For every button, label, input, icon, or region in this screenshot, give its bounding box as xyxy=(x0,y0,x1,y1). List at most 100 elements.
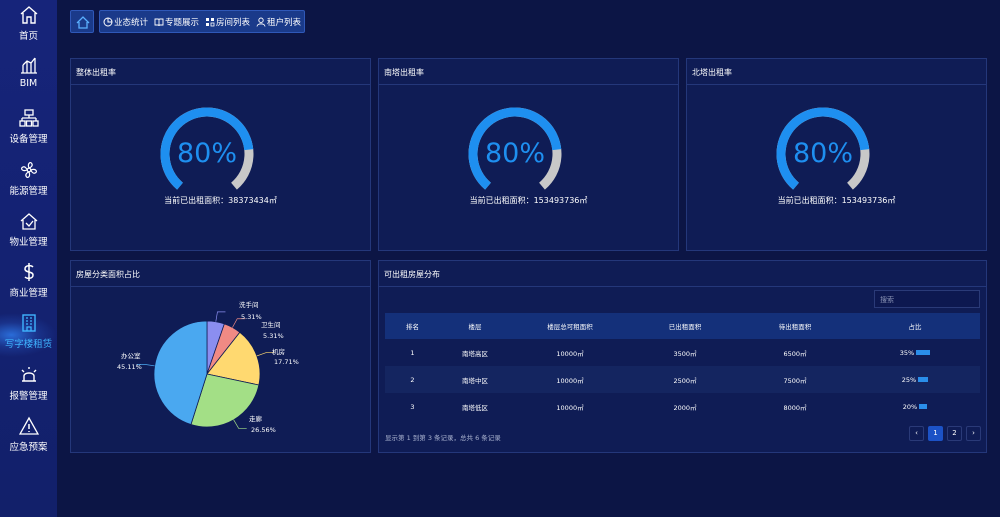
sidebar-item-energy[interactable]: 能源管理 xyxy=(0,160,57,204)
cell-rank: 2 xyxy=(410,375,415,384)
column-header[interactable]: 楼层总可租面积 xyxy=(510,321,630,331)
sidebar-item-label: 设备管理 xyxy=(9,134,48,145)
tab-label: 房间列表 xyxy=(216,17,251,28)
sidebar-item-office-rental[interactable]: 写字楼租赁 xyxy=(0,313,57,357)
tab-tenant-list[interactable]: 租户列表 xyxy=(256,16,301,28)
tab-label: 业态统计 xyxy=(114,17,149,28)
sidebar-item-label: 首页 xyxy=(18,31,38,42)
search-input[interactable]: 搜索 xyxy=(874,290,980,308)
building-icon xyxy=(21,314,36,332)
pie-label-value: 26.56% xyxy=(251,426,276,434)
cell-pending-area: 6500㎡ xyxy=(783,349,807,358)
gauge-panel-south: 南塔出租率 80% 当前已出租面积：153493736㎡ xyxy=(378,58,679,251)
gauge-panel-north: 北塔出租率 80% 当前已出租面积：153493736㎡ xyxy=(686,58,987,251)
table-row[interactable]: 2 南塔中区 10000㎡ 2500㎡ 7500㎡ 25% xyxy=(385,366,980,393)
warning-icon xyxy=(18,416,39,435)
sidebar-item-label: 商业管理 xyxy=(9,288,48,299)
home-button[interactable] xyxy=(70,10,94,33)
ratio-text: 35% xyxy=(899,348,915,357)
panel-title: 整体出租率 xyxy=(76,68,116,77)
rentable-rooms-panel: 可出租房屋分布 搜索 排名 楼层 楼层总可租面积 已出租面积 待出租面积 占比 … xyxy=(378,260,987,453)
property-icon xyxy=(20,213,37,230)
panel-title: 房屋分类面积占比 xyxy=(76,270,140,279)
column-header[interactable]: 排名 xyxy=(385,321,440,331)
rented-area-caption: 当前已出租面积：38373434㎡ xyxy=(164,196,277,205)
sidebar-item-device[interactable]: 设备管理 xyxy=(0,108,57,152)
user-icon xyxy=(256,17,266,27)
ratio-text: 25% xyxy=(901,375,917,384)
gauge-panel-overall: 整体出租率 80% 当前已出租面积：38373434㎡ xyxy=(70,58,371,251)
pagination-prev-button[interactable]: ‹ xyxy=(909,426,924,441)
divider xyxy=(379,84,678,85)
book-icon xyxy=(154,18,164,26)
device-icon xyxy=(18,109,39,127)
sidebar-item-property[interactable]: 物业管理 xyxy=(0,211,57,255)
occupancy-gauge: 80% xyxy=(775,106,871,202)
tab-bar: 业态统计 专题展示 房间列表 租户列表 xyxy=(99,10,305,33)
tab-label: 专题展示 xyxy=(165,17,200,28)
cell-total-area: 10000㎡ xyxy=(556,403,584,412)
sidebar-item-label: BIM xyxy=(19,78,38,89)
cell-rented-area: 3500㎡ xyxy=(673,349,697,358)
pie-leader-line xyxy=(215,311,226,322)
fan-icon xyxy=(20,162,37,178)
cell-ratio: 20% xyxy=(850,403,980,411)
tab-room-list[interactable]: 房间列表 xyxy=(205,16,250,28)
sidebar-item-label: 能源管理 xyxy=(9,186,48,197)
occupancy-gauge: 80% xyxy=(467,106,563,202)
divider xyxy=(379,286,986,287)
sidebar-item-alarm[interactable]: 报警管理 xyxy=(0,365,57,409)
sidebar-item-bim[interactable]: BIM xyxy=(0,55,57,99)
divider xyxy=(687,84,986,85)
panel-title: 南塔出租率 xyxy=(384,68,424,77)
table-header-row: 排名 楼层 楼层总可租面积 已出租面积 待出租面积 占比 xyxy=(385,313,980,339)
pagination-page-2[interactable]: 2 xyxy=(947,426,962,441)
column-header[interactable]: 已出租面积 xyxy=(630,321,740,331)
cell-floor: 南塔高区 xyxy=(462,349,488,358)
pagination-next-button[interactable]: › xyxy=(966,426,981,441)
column-header[interactable]: 占比 xyxy=(850,321,980,331)
pie-label-value: 5.31% xyxy=(241,313,262,321)
sidebar-item-label: 物业管理 xyxy=(9,237,48,248)
dollar-icon xyxy=(23,263,34,281)
pie-label-name: 走廊 xyxy=(249,415,262,423)
rented-area-caption: 当前已出租面积：153493736㎡ xyxy=(469,196,588,205)
ratio-bar xyxy=(916,350,931,355)
sidebar-item-commerce[interactable]: 商业管理 xyxy=(0,262,57,306)
sidebar-item-label: 报警管理 xyxy=(9,391,48,402)
occupancy-gauge: 80% xyxy=(159,106,255,202)
home-icon xyxy=(76,16,90,29)
rentable-rooms-table: 排名 楼层 楼层总可租面积 已出租面积 待出租面积 占比 1 南塔高区 1000… xyxy=(385,313,980,420)
pie-chart-icon xyxy=(103,17,113,26)
pie-label-name: 机房 xyxy=(272,348,285,356)
table-row[interactable]: 1 南塔高区 10000㎡ 3500㎡ 6500㎡ 35% xyxy=(385,339,980,366)
column-header[interactable]: 楼层 xyxy=(440,321,510,331)
cell-rank: 3 xyxy=(410,402,415,411)
cell-total-area: 10000㎡ xyxy=(556,376,584,385)
panel-title: 可出租房屋分布 xyxy=(384,270,440,279)
gauge-value: 80% xyxy=(792,138,853,169)
pagination-page-1[interactable]: 1 xyxy=(928,426,943,441)
cell-rank: 1 xyxy=(410,348,415,357)
sidebar-item-label: 应急预案 xyxy=(9,442,48,453)
ratio-bar xyxy=(919,404,928,409)
sidebar-item-emergency[interactable]: 应急预案 xyxy=(0,416,57,460)
pie-label-value: 45.11% xyxy=(117,363,142,371)
pie-label-name: 卫生间 xyxy=(261,321,281,329)
cell-total-area: 10000㎡ xyxy=(556,349,584,358)
pie-label-name: 洗手间 xyxy=(239,301,259,309)
sidebar-item-home[interactable]: 首页 xyxy=(0,5,57,49)
gauge-value: 80% xyxy=(484,138,545,169)
tab-business-stats[interactable]: 业态统计 xyxy=(103,16,148,28)
pie-label-value: 5.31% xyxy=(263,332,284,340)
home-icon xyxy=(20,6,37,24)
tab-topic-display[interactable]: 专题展示 xyxy=(154,16,199,28)
sidebar-item-label: 写字楼租赁 xyxy=(4,339,53,350)
pie-leader-line xyxy=(233,419,247,429)
cell-pending-area: 8000㎡ xyxy=(783,403,807,412)
cell-pending-area: 7500㎡ xyxy=(783,376,807,385)
table-row[interactable]: 3 南塔低区 10000㎡ 2000㎡ 8000㎡ 20% xyxy=(385,393,980,420)
column-header[interactable]: 待出租面积 xyxy=(740,321,850,331)
sidebar: 首页 BIM 设备管理 能源管理 物业管理 商业管理 写字楼租赁 报警管理 应急… xyxy=(0,0,57,517)
divider xyxy=(71,84,370,85)
